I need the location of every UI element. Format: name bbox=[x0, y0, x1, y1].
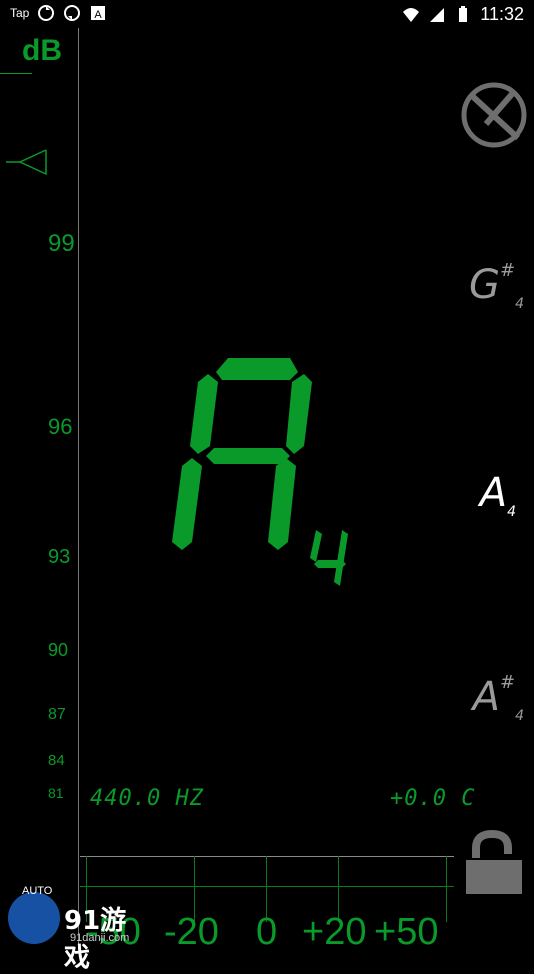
mute-tuner-icon[interactable] bbox=[458, 80, 530, 150]
wifi-icon bbox=[403, 7, 420, 22]
meter-tick: 99 bbox=[48, 230, 75, 257]
note-prev-accidental: # bbox=[499, 260, 516, 281]
frequency-readout: 440.0 HZ bbox=[90, 786, 204, 811]
meter-tick: 84 bbox=[48, 752, 65, 769]
status-right: 11:32 bbox=[402, 4, 524, 25]
db-meter: dB 99 96 93 90 87 84 81 bbox=[0, 28, 80, 950]
watermark: AUTO 91游戏 91danji.com bbox=[0, 880, 140, 973]
note-prev-octave: 4 bbox=[515, 296, 524, 312]
status-bar: Tap A 11:32 bbox=[0, 0, 534, 28]
meter-tick: 81 bbox=[48, 785, 64, 801]
note-next-accidental: # bbox=[499, 672, 516, 693]
unlock-icon[interactable] bbox=[462, 828, 526, 898]
scale-label: 0 bbox=[256, 911, 278, 953]
scale-vline bbox=[446, 856, 447, 922]
note-current[interactable]: A4 bbox=[479, 470, 516, 520]
font-icon: A bbox=[91, 6, 106, 21]
watermark-site: 91danji.com bbox=[70, 932, 130, 944]
meter-tick: 87 bbox=[48, 706, 66, 723]
sync-icon bbox=[38, 5, 55, 21]
svg-text:A: A bbox=[95, 9, 103, 21]
meter-unit-label: dB bbox=[22, 34, 62, 67]
scale-label: +50 bbox=[374, 911, 439, 953]
meter-tick: 93 bbox=[48, 546, 71, 568]
signal-icon bbox=[430, 7, 445, 22]
battery-icon bbox=[459, 5, 468, 22]
meter-tick: 96 bbox=[48, 414, 73, 439]
note-next[interactable]: A#4 bbox=[472, 672, 524, 724]
watermark-auto-text: AUTO bbox=[22, 885, 53, 897]
status-left: Tap A bbox=[10, 4, 107, 22]
detected-note-letter: A bbox=[170, 350, 171, 351]
scale-label: -20 bbox=[164, 911, 219, 953]
note-prev[interactable]: G#4 bbox=[468, 260, 524, 312]
note-next-letter: A bbox=[472, 674, 500, 720]
meter-top-divider bbox=[0, 73, 32, 74]
note-current-letter: A bbox=[479, 470, 508, 516]
note-prev-letter: G bbox=[468, 262, 500, 308]
note-current-octave: 4 bbox=[507, 504, 516, 520]
detected-note-display: A bbox=[170, 350, 348, 586]
scale-label: +20 bbox=[302, 911, 367, 953]
status-app-label: Tap bbox=[10, 6, 30, 20]
sync-icon-2 bbox=[64, 5, 81, 21]
cents-readout: +0.0 C bbox=[390, 786, 476, 811]
meter-tick: 90 bbox=[48, 640, 69, 660]
status-time: 11:32 bbox=[480, 4, 524, 24]
level-pointer-icon bbox=[6, 149, 47, 176]
note-next-octave: 4 bbox=[515, 708, 524, 724]
meter-divider bbox=[78, 28, 79, 950]
